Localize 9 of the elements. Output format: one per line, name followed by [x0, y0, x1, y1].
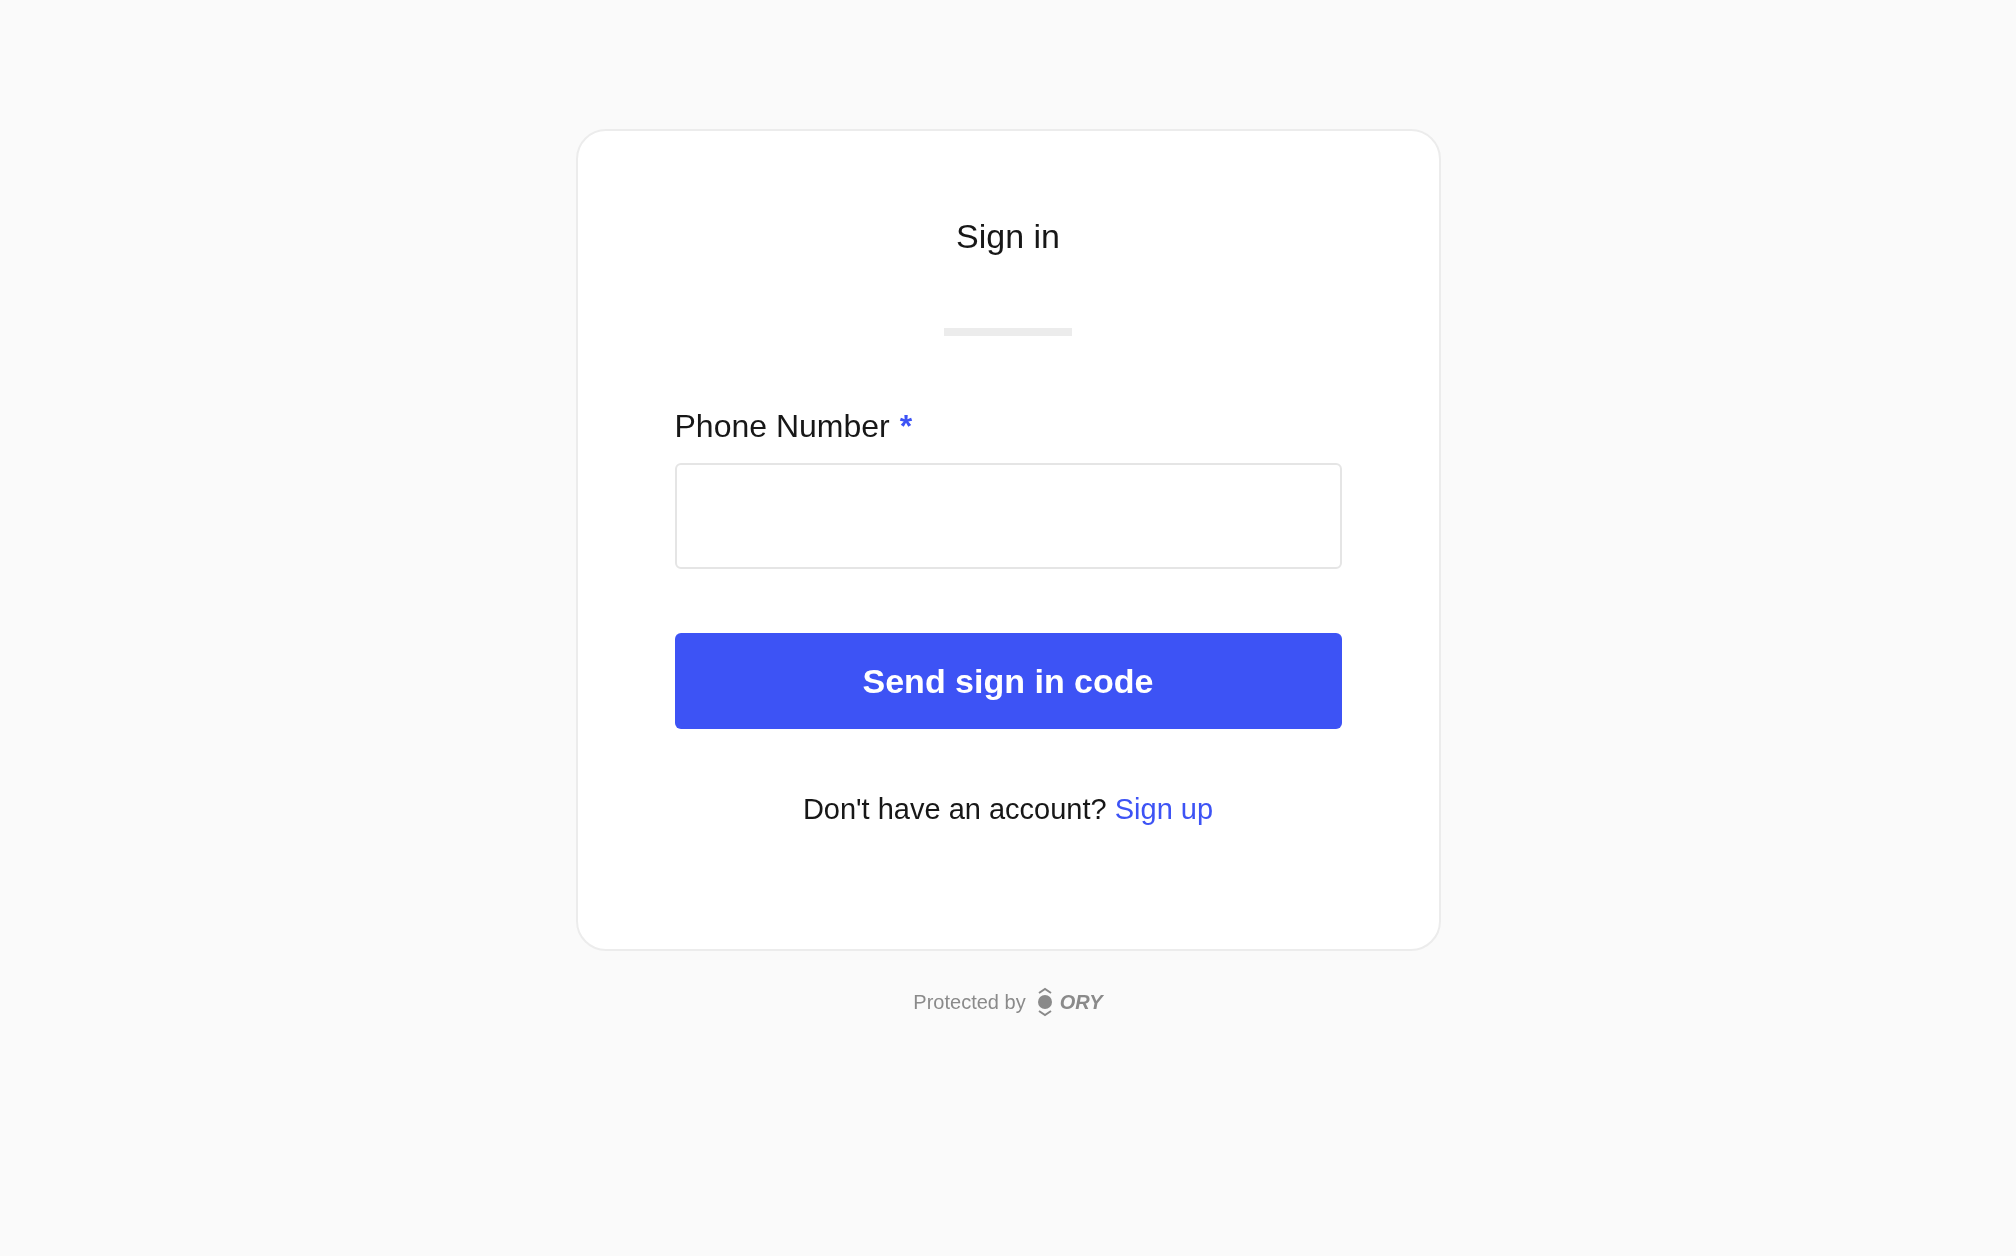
send-code-button[interactable]: Send sign in code: [674, 633, 1342, 729]
phone-input-field[interactable]: [674, 463, 1342, 569]
ory-logo: ORY: [1035, 987, 1103, 1017]
sign-up-link[interactable]: Sign up: [1114, 793, 1214, 825]
page-title: Sign in: [956, 217, 1060, 256]
required-mark: *: [899, 408, 913, 445]
sign-up-prompt: Don't have an account? Sign up: [801, 793, 1215, 826]
field-label: Phone Number: [674, 408, 890, 445]
footer-text: Protected by: [913, 990, 1026, 1014]
